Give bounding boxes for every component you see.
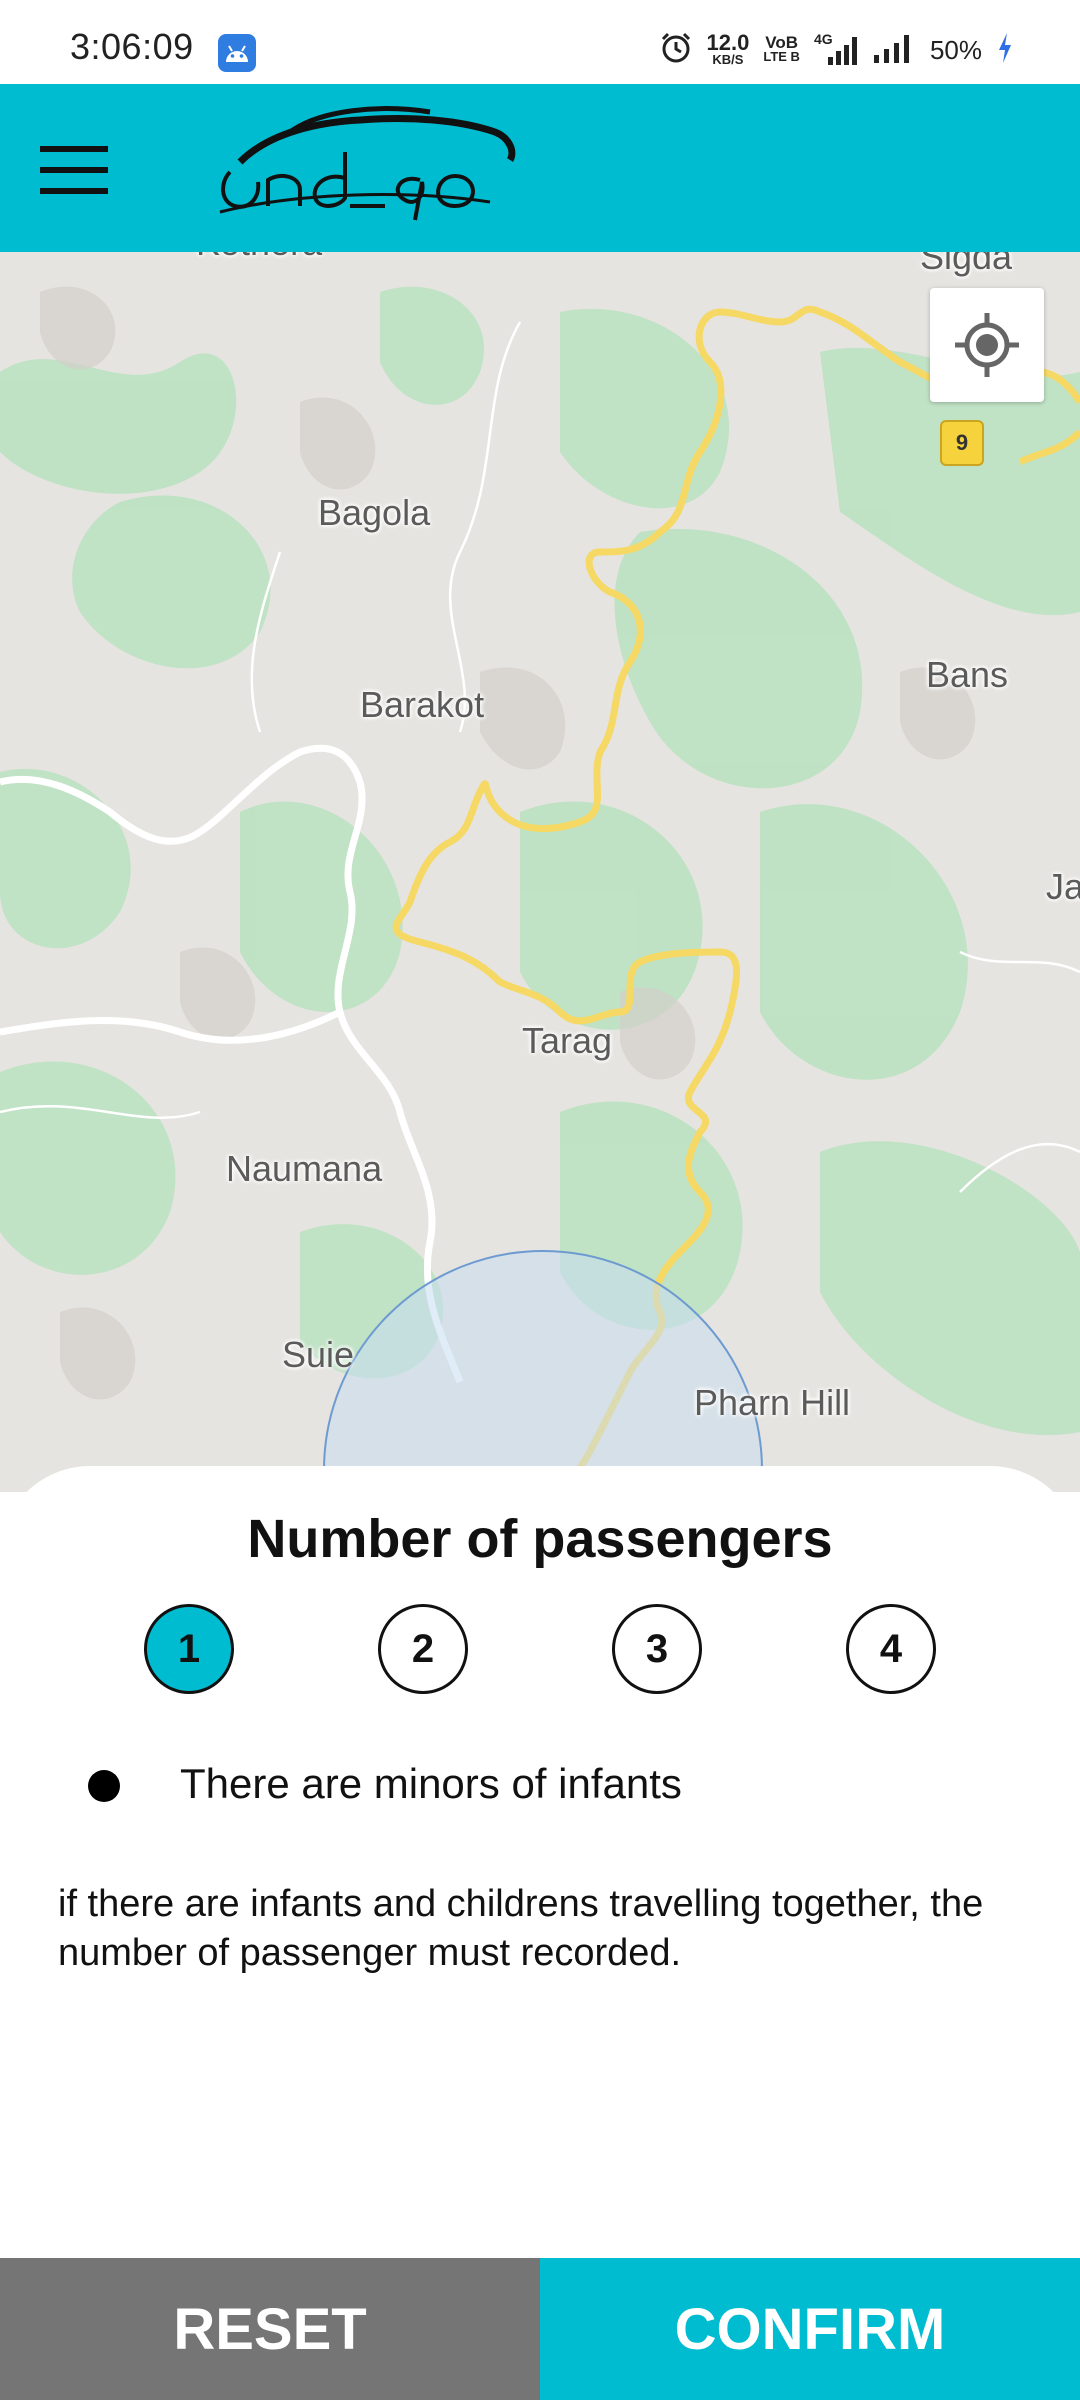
map-view[interactable]: Kothera Sigda Bagola Bans Barakot Ja Tar… <box>0 252 1080 1492</box>
map-label: Naumana <box>226 1148 383 1189</box>
map-label: Tarag <box>522 1020 613 1061</box>
status-time: 3:06:09 <box>70 26 194 67</box>
volte-bottom: LTE B <box>763 49 800 64</box>
passenger-option-4[interactable]: 4 <box>846 1604 936 1694</box>
minors-label: There are minors of infants <box>180 1760 682 1807</box>
app-logo <box>210 102 520 232</box>
map-label: Kothera <box>196 252 322 264</box>
map-label: Suie <box>282 1334 355 1375</box>
sheet-title: Number of passengers <box>247 1509 833 1569</box>
passenger-sheet: Number of passengers 1 2 3 4 <box>0 1466 1080 2256</box>
route-shield-badge: 9 <box>940 420 984 466</box>
network-speed: 12.0 KB/S <box>706 30 750 67</box>
map-label: Sigda <box>920 252 1013 277</box>
passenger-option-3[interactable]: 3 <box>612 1604 702 1694</box>
map-label: Bans <box>926 654 1009 695</box>
passenger-note: if there are infants and childrens trave… <box>58 1883 984 1974</box>
map-label: Bagola <box>318 492 431 533</box>
signal-icon <box>872 31 916 70</box>
alarm-icon <box>659 31 693 70</box>
passenger-option-2[interactable]: 2 <box>378 1604 468 1694</box>
app-bar <box>0 84 1080 252</box>
passenger-option-1[interactable]: 1 <box>144 1604 234 1694</box>
battery-percent: 50% <box>929 34 982 65</box>
minors-radio-button[interactable] <box>88 1770 120 1802</box>
reset-button[interactable]: RESET <box>0 2258 540 2400</box>
status-icons: 12.0 KB/S VoB LTE B 4G 50% <box>659 30 1014 70</box>
my-location-icon <box>955 313 1019 377</box>
signal-4g-icon: 4G <box>814 31 858 67</box>
volte-top: VoB <box>765 33 799 52</box>
map-label: Ja <box>1046 866 1080 907</box>
status-bar: 3:06:09 12.0 KB/S VoB LTE B 4G 50% <box>0 0 1080 84</box>
android-notification-icon <box>218 34 256 72</box>
charging-icon <box>996 31 1014 70</box>
map-label: Pharn Hill <box>694 1382 851 1423</box>
hamburger-menu-icon[interactable] <box>40 146 108 194</box>
confirm-button[interactable]: CONFIRM <box>540 2258 1080 2400</box>
network-speed-unit: KB/S <box>712 52 744 67</box>
my-location-button[interactable] <box>930 288 1044 402</box>
volte-indicator: VoB LTE B <box>763 33 800 64</box>
map-terrain <box>0 252 1080 1492</box>
network-speed-value: 12.0 <box>706 30 750 55</box>
map-label: Barakot <box>360 684 485 725</box>
